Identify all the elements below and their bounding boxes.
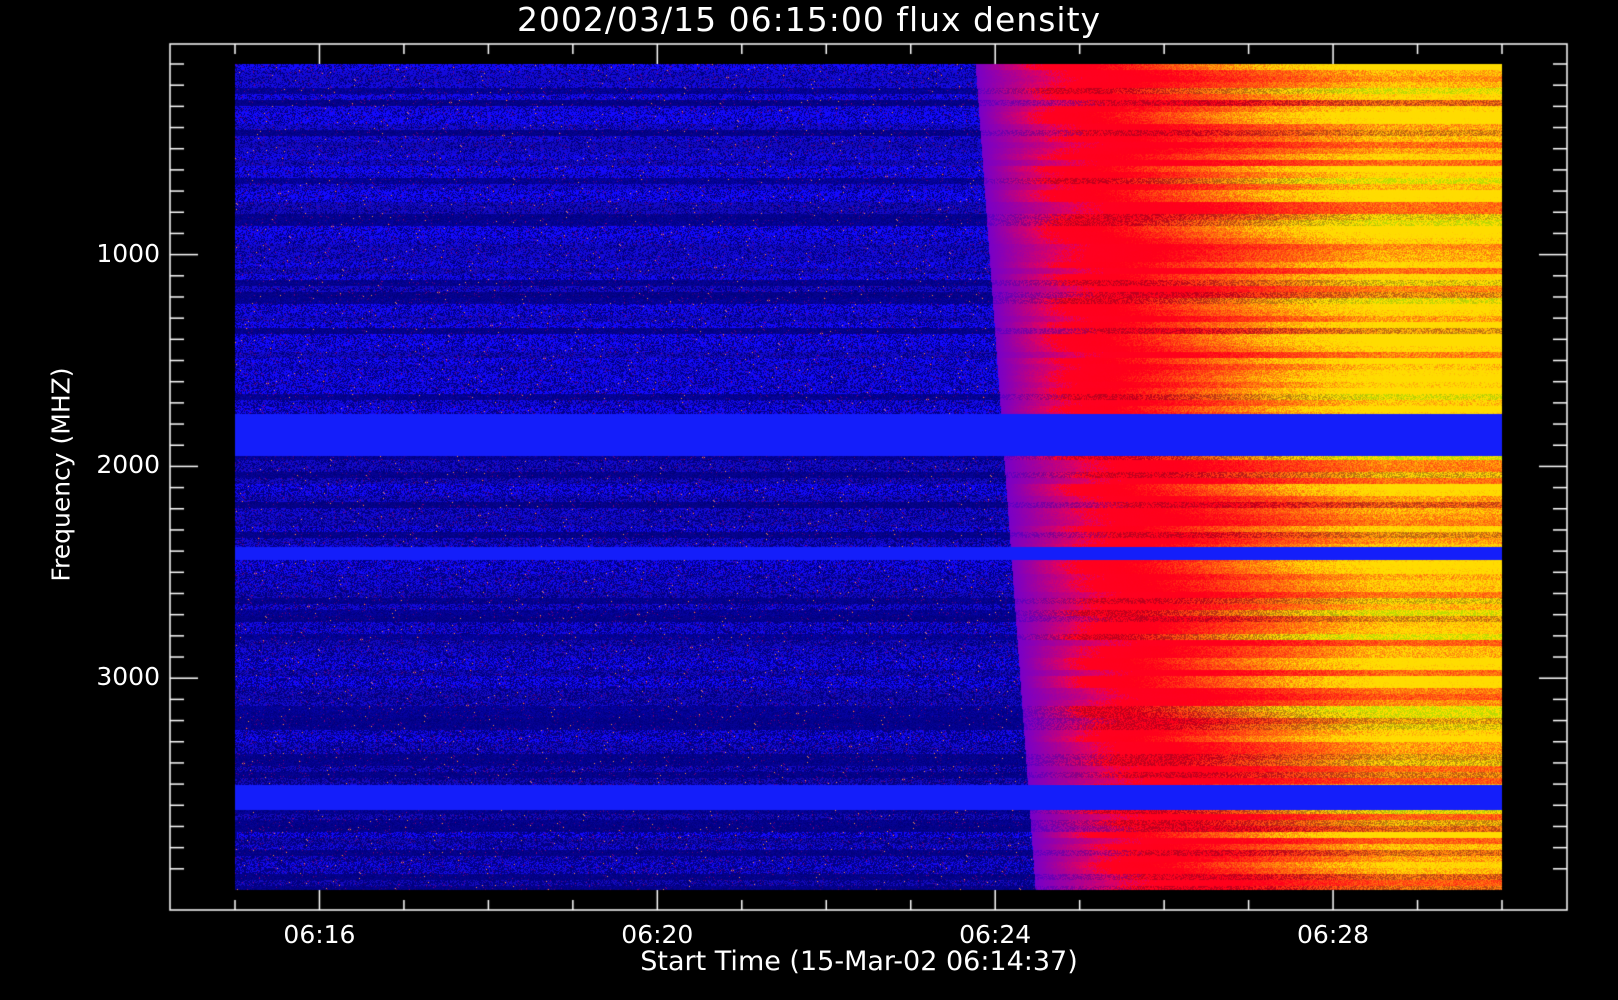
x-tick-label: 06:24: [959, 920, 1032, 949]
y-tick-label: 3000: [96, 662, 160, 692]
chart-title: 2002/03/15 06:15:00 flux density: [516, 0, 1102, 39]
x-axis-label: Start Time (15-Mar-02 06:14:37): [640, 946, 1078, 977]
y-tick-label: 2000: [96, 450, 160, 480]
x-tick-label: 06:28: [1297, 920, 1370, 949]
y-tick-label: 1000: [96, 238, 160, 268]
spectrogram-canvas: [0, 0, 1618, 1000]
x-tick-label: 06:20: [621, 920, 694, 949]
x-tick-label: 06:16: [283, 920, 356, 949]
